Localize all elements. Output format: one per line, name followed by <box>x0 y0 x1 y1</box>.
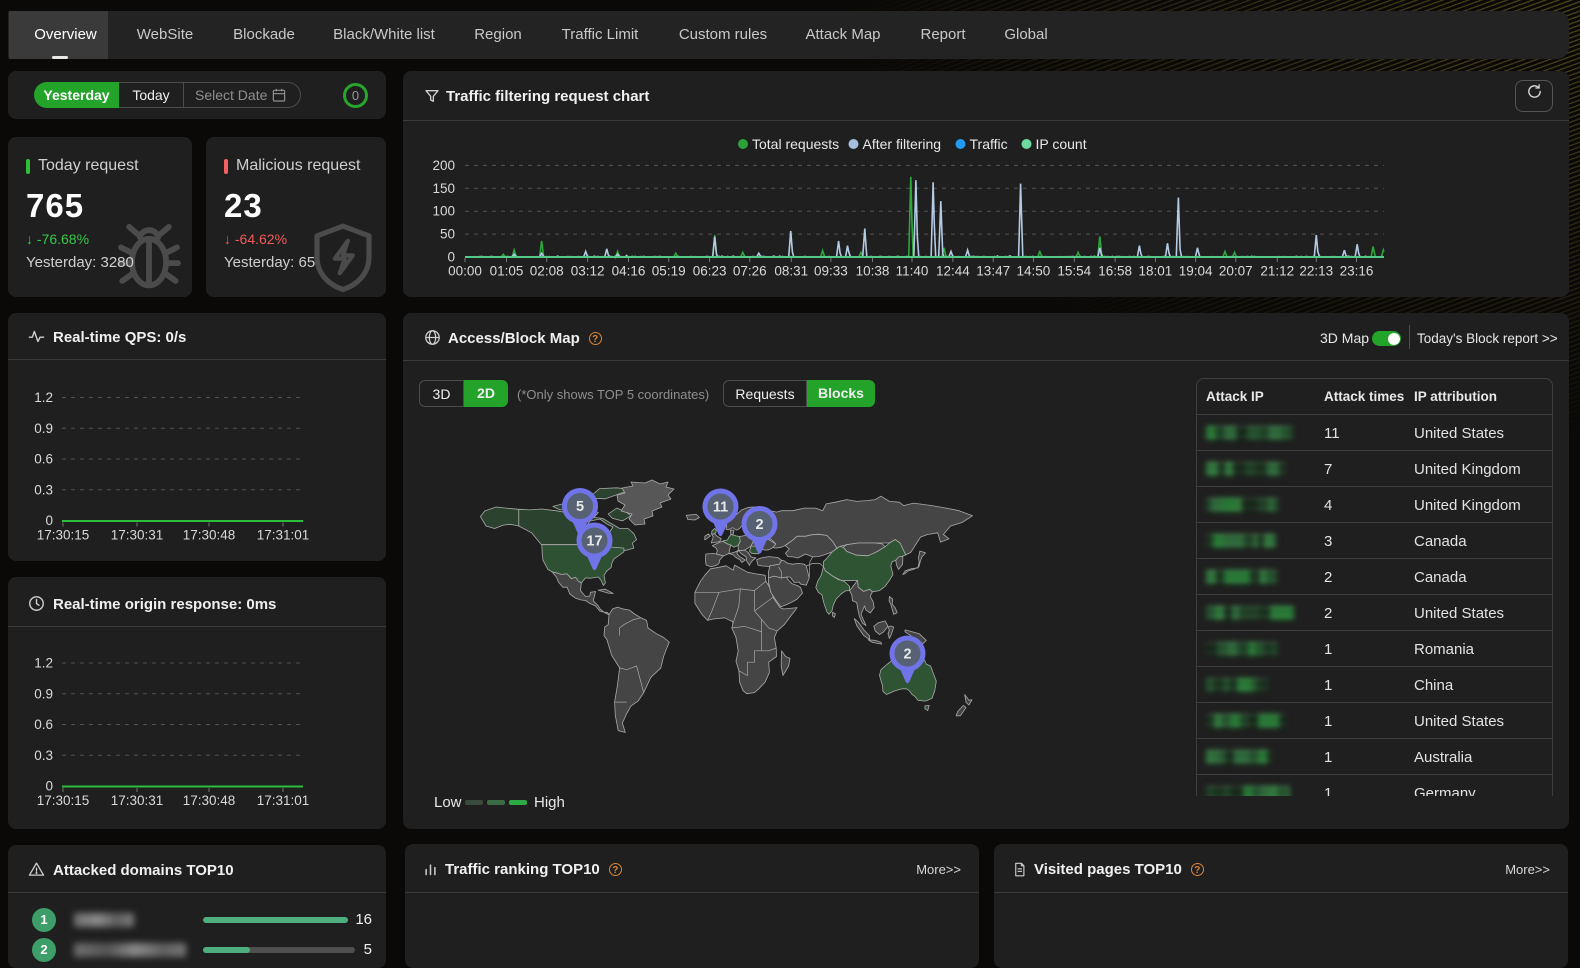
svg-text:19:04: 19:04 <box>1179 264 1213 279</box>
svg-text:01:05: 01:05 <box>490 264 524 279</box>
svg-text:Total requests: Total requests <box>752 136 839 152</box>
svg-text:17:30:48: 17:30:48 <box>183 793 236 808</box>
svg-text:17:30:31: 17:30:31 <box>111 528 164 543</box>
svg-text:0.9: 0.9 <box>34 421 53 436</box>
svg-text:17:30:48: 17:30:48 <box>183 528 236 543</box>
svg-text:02:08: 02:08 <box>530 264 564 279</box>
svg-text:0.6: 0.6 <box>34 452 53 467</box>
svg-text:14:50: 14:50 <box>1017 264 1051 279</box>
svg-text:100: 100 <box>432 204 455 219</box>
svg-text:17:30:31: 17:30:31 <box>111 793 164 808</box>
svg-text:04:16: 04:16 <box>612 264 646 279</box>
svg-text:50: 50 <box>440 227 455 242</box>
svg-text:After filtering: After filtering <box>863 136 942 152</box>
svg-text:17:30:15: 17:30:15 <box>37 528 90 543</box>
svg-text:17:30:15: 17:30:15 <box>37 793 90 808</box>
svg-text:12:44: 12:44 <box>936 264 970 279</box>
svg-text:15:54: 15:54 <box>1057 264 1091 279</box>
svg-text:13:47: 13:47 <box>976 264 1010 279</box>
svg-text:05:19: 05:19 <box>652 264 686 279</box>
svg-text:17: 17 <box>586 534 602 550</box>
svg-text:0.3: 0.3 <box>34 748 53 763</box>
svg-text:Traffic: Traffic <box>970 136 1008 152</box>
svg-text:0: 0 <box>447 250 455 265</box>
svg-text:IP count: IP count <box>1036 136 1087 152</box>
svg-text:17:31:01: 17:31:01 <box>257 793 310 808</box>
svg-text:23:16: 23:16 <box>1340 264 1374 279</box>
svg-text:0: 0 <box>45 513 53 528</box>
svg-text:00:00: 00:00 <box>448 264 482 279</box>
svg-text:11:40: 11:40 <box>896 264 929 279</box>
svg-text:0.6: 0.6 <box>34 717 53 732</box>
svg-text:03:12: 03:12 <box>571 264 605 279</box>
svg-text:07:26: 07:26 <box>733 264 767 279</box>
svg-text:16:58: 16:58 <box>1098 264 1132 279</box>
svg-text:08:31: 08:31 <box>774 264 808 279</box>
svg-text:06:23: 06:23 <box>693 264 727 279</box>
svg-text:1.2: 1.2 <box>34 656 53 671</box>
svg-text:17:31:01: 17:31:01 <box>257 528 310 543</box>
svg-text:5: 5 <box>576 499 584 515</box>
svg-text:2: 2 <box>755 517 763 533</box>
svg-text:1.2: 1.2 <box>34 390 53 405</box>
svg-text:10:38: 10:38 <box>856 264 890 279</box>
svg-text:20:07: 20:07 <box>1219 264 1253 279</box>
svg-text:0.3: 0.3 <box>34 482 53 497</box>
svg-text:11: 11 <box>713 500 728 516</box>
svg-text:21:12: 21:12 <box>1260 264 1294 279</box>
svg-text:09:33: 09:33 <box>814 264 848 279</box>
svg-text:0.9: 0.9 <box>34 686 53 701</box>
svg-text:2: 2 <box>903 647 911 663</box>
svg-text:22:13: 22:13 <box>1299 264 1333 279</box>
svg-text:200: 200 <box>432 158 455 173</box>
svg-text:18:01: 18:01 <box>1139 264 1173 279</box>
svg-text:150: 150 <box>432 181 455 196</box>
svg-text:0: 0 <box>45 779 53 794</box>
